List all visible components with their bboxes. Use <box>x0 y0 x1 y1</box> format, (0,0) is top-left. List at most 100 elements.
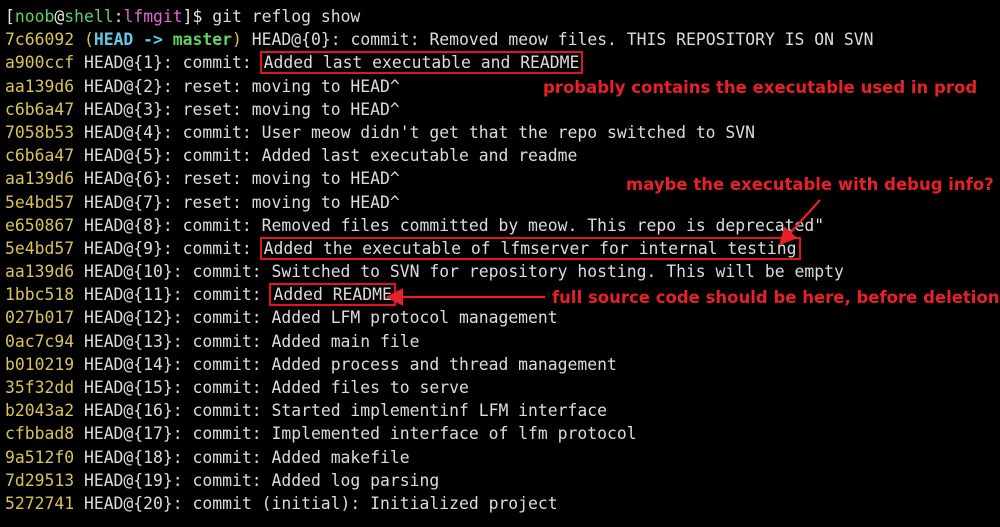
reflog-action: commit <box>183 216 242 235</box>
reflog-message: moving to HEAD^ <box>252 77 400 96</box>
commit-hash: c6b6a47 <box>5 100 74 119</box>
reflog-message: Added files to serve <box>271 378 468 397</box>
decoration-arrow: -> <box>133 30 172 49</box>
annotation-source: full source code should be here, before … <box>552 288 1000 307</box>
reflog-ref: HEAD@{9} <box>84 239 163 258</box>
reflog-ref: HEAD@{20} <box>84 494 173 513</box>
reflog-line: 5e4bd57 HEAD@{9}: commit: Added the exec… <box>5 237 1000 260</box>
reflog-message: Added makefile <box>271 448 409 467</box>
reflog-line: aa139d6 HEAD@{10}: commit: Switched to S… <box>5 260 1000 283</box>
reflog-ref: HEAD@{14} <box>84 355 173 374</box>
reflog-output: 7c66092 (HEAD -> master) HEAD@{0}: commi… <box>5 28 1000 515</box>
reflog-line: c6b6a47 HEAD@{5}: commit: Added last exe… <box>5 144 1000 167</box>
reflog-message: Added LFM protocol management <box>271 308 557 327</box>
commit-hash: 027b017 <box>5 308 74 327</box>
reflog-action: commit <box>183 123 242 142</box>
decoration-open: ( <box>84 30 94 49</box>
reflog-ref: HEAD@{0} <box>252 30 331 49</box>
reflog-ref: HEAD@{6} <box>84 169 163 188</box>
reflog-ref: HEAD@{15} <box>84 378 173 397</box>
reflog-action: commit <box>193 424 252 443</box>
commit-hash: 9a512f0 <box>5 448 74 467</box>
reflog-action: commit <box>183 146 242 165</box>
reflog-action: reset <box>183 77 232 96</box>
reflog-ref: HEAD@{18} <box>84 448 173 467</box>
reflog-ref: HEAD@{11} <box>84 285 173 304</box>
reflog-ref: HEAD@{7} <box>84 193 163 212</box>
commit-hash: 1bbc518 <box>5 285 74 304</box>
reflog-message: Switched to SVN for repository hosting. … <box>271 262 843 281</box>
commit-hash: 5e4bd57 <box>5 193 74 212</box>
reflog-line: cfbbad8 HEAD@{17}: commit: Implemented i… <box>5 422 1000 445</box>
highlighted-message: Added the executable of lfmserver for in… <box>262 239 799 258</box>
reflog-line: b2043a2 HEAD@{16}: commit: Started imple… <box>5 399 1000 422</box>
commit-hash: 0ac7c94 <box>5 332 74 351</box>
decoration-branch: master <box>173 30 232 49</box>
reflog-ref: HEAD@{4} <box>84 123 163 142</box>
reflog-line: 35f32dd HEAD@{15}: commit: Added files t… <box>5 376 1000 399</box>
reflog-ref: HEAD@{3} <box>84 100 163 119</box>
annotation-prod: probably contains the executable used in… <box>543 78 977 97</box>
highlighted-message: Added last executable and README <box>262 53 582 72</box>
reflog-message: Removed meow files. THIS REPOSITORY IS O… <box>429 30 873 49</box>
commit-hash: 5e4bd57 <box>5 239 74 258</box>
reflog-line: a900ccf HEAD@{1}: commit: Added last exe… <box>5 51 1000 74</box>
reflog-action: reset <box>183 169 232 188</box>
reflog-ref: HEAD@{2} <box>84 77 163 96</box>
reflog-action: commit <box>183 239 242 258</box>
reflog-message: Added last executable and readme <box>262 146 578 165</box>
reflog-action: commit <box>193 471 252 490</box>
reflog-action: commit <box>193 448 252 467</box>
reflog-action: commit <box>193 285 252 304</box>
reflog-line: e650867 HEAD@{8}: commit: Removed files … <box>5 214 1000 237</box>
reflog-ref: HEAD@{8} <box>84 216 163 235</box>
commit-hash: c6b6a47 <box>5 146 74 165</box>
reflog-action: commit <box>193 262 252 281</box>
prompt-line: [noob@shell:lfmgit]$ git reflog show <box>5 5 1000 28</box>
reflog-action: commit <box>193 308 252 327</box>
reflog-line: 7c66092 (HEAD -> master) HEAD@{0}: commi… <box>5 28 1000 51</box>
prompt-host: shell <box>64 7 113 26</box>
reflog-message: Added log parsing <box>271 471 439 490</box>
reflog-message: moving to HEAD^ <box>252 169 400 188</box>
reflog-ref: HEAD@{16} <box>84 401 173 420</box>
reflog-ref: HEAD@{5} <box>84 146 163 165</box>
reflog-action: commit <box>350 30 409 49</box>
commit-hash: 35f32dd <box>5 378 74 397</box>
commit-hash: a900ccf <box>5 53 74 72</box>
reflog-message: Removed files committed by meow. This re… <box>262 216 824 235</box>
reflog-message: Added process and thread management <box>271 355 616 374</box>
reflog-ref: HEAD@{12} <box>84 308 173 327</box>
reflog-ref: HEAD@{17} <box>84 424 173 443</box>
reflog-line: 0ac7c94 HEAD@{13}: commit: Added main fi… <box>5 330 1000 353</box>
commit-hash: cfbbad8 <box>5 424 74 443</box>
reflog-action: commit (initial) <box>193 494 351 513</box>
commit-hash: aa139d6 <box>5 262 74 281</box>
reflog-ref: HEAD@{13} <box>84 332 173 351</box>
decoration-close: ) <box>232 30 242 49</box>
highlighted-message: Added README <box>271 285 393 304</box>
reflog-message: Added main file <box>271 332 419 351</box>
reflog-message: Started implementinf LFM interface <box>271 401 607 420</box>
reflog-line: 7058b53 HEAD@{4}: commit: User meow didn… <box>5 121 1000 144</box>
commit-hash: aa139d6 <box>5 169 74 188</box>
prompt-at: @ <box>54 7 64 26</box>
reflog-message: User meow didn't get that the repo switc… <box>262 123 755 142</box>
reflog-line: c6b6a47 HEAD@{3}: reset: moving to HEAD^ <box>5 98 1000 121</box>
commit-hash: e650867 <box>5 216 74 235</box>
commit-hash: 5272741 <box>5 494 74 513</box>
reflog-action: commit <box>193 378 252 397</box>
reflog-message: Implemented interface of lfm protocol <box>271 424 636 443</box>
reflog-action: commit <box>193 355 252 374</box>
reflog-action: reset <box>183 100 232 119</box>
annotation-debug: maybe the executable with debug info? <box>626 175 994 194</box>
reflog-action: commit <box>193 332 252 351</box>
prompt-close: ]$ <box>183 7 213 26</box>
reflog-message: moving to HEAD^ <box>252 100 400 119</box>
reflog-ref: HEAD@{19} <box>84 471 173 490</box>
prompt-open-bracket: [ <box>5 7 15 26</box>
reflog-line: b010219 HEAD@{14}: commit: Added process… <box>5 353 1000 376</box>
reflog-ref: HEAD@{1} <box>84 53 163 72</box>
reflog-line: 027b017 HEAD@{12}: commit: Added LFM pro… <box>5 306 1000 329</box>
commit-hash: 7058b53 <box>5 123 74 142</box>
